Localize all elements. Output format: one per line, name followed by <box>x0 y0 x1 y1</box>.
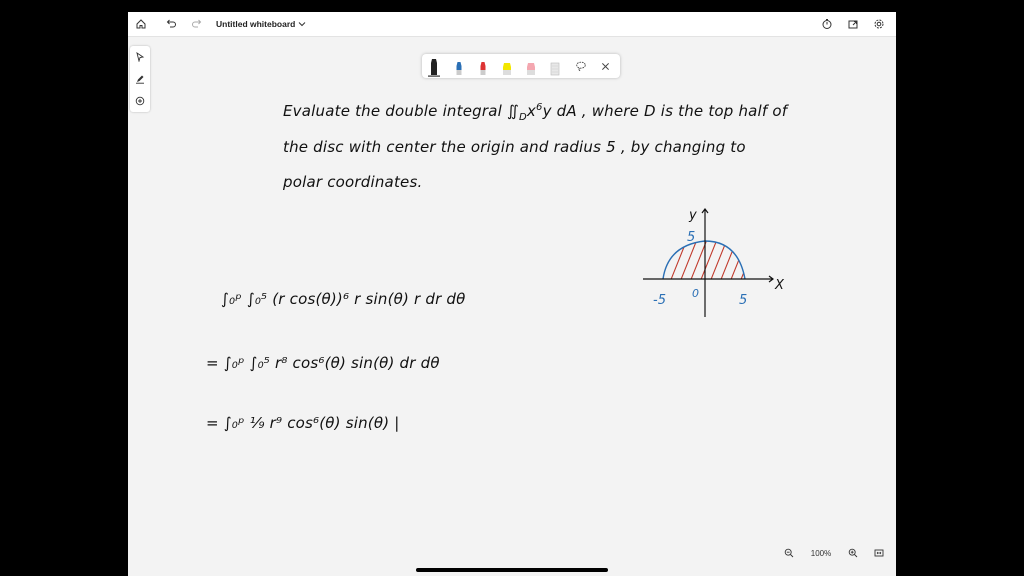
x-axis-label: X <box>774 278 785 293</box>
redo-icon <box>192 19 202 28</box>
home-indicator[interactable] <box>416 568 608 572</box>
top-right-actions <box>814 12 892 36</box>
problem-line-1-text: Evaluate the double integral ∬ <box>283 102 520 120</box>
work-step-1: ∫₀ᵖ ∫₀⁵ (r cos(θ))⁶ r sin(θ) r dr dθ <box>221 290 466 308</box>
select-tool-button[interactable] <box>133 50 147 64</box>
whiteboard-title-text: Untitled whiteboard <box>216 19 296 29</box>
fit-to-screen-button[interactable] <box>868 544 890 562</box>
half-disc-sketch: y X 5 -5 5 0 <box>643 208 785 317</box>
lasso-icon <box>576 61 586 72</box>
lasso-button[interactable] <box>574 59 588 73</box>
undo-button[interactable] <box>158 12 184 36</box>
timer-button[interactable] <box>814 12 840 36</box>
zoom-out-icon <box>784 548 794 558</box>
timer-icon <box>822 19 832 29</box>
share-button[interactable] <box>840 12 866 36</box>
problem-line-3: polar coordinates. <box>283 173 423 191</box>
home-button[interactable] <box>128 12 154 36</box>
inking-tool-button[interactable] <box>133 72 147 86</box>
zoom-in-button[interactable] <box>842 544 864 562</box>
origin-label: 0 <box>692 287 699 300</box>
y-tick-5: 5 <box>687 230 695 245</box>
x-tick-5: 5 <box>739 293 747 308</box>
pen-tray <box>422 54 620 78</box>
home-icon <box>136 19 146 29</box>
eraser-icon[interactable] <box>548 57 562 77</box>
work-step-3: = ∫₀ᵖ ¹⁄₉ r⁹ cos⁶(θ) sin(θ) | <box>206 414 400 432</box>
problem-line-1-mid: x <box>526 102 536 120</box>
problem-line-2: the disc with center the origin and radi… <box>283 138 746 156</box>
whiteboard-title[interactable]: Untitled whiteboard <box>216 19 306 29</box>
close-icon <box>601 62 609 70</box>
problem-line-1: Evaluate the double integral ∬Dx6y dA , … <box>283 102 787 123</box>
left-toolbar <box>130 46 150 112</box>
gear-icon <box>874 19 884 29</box>
undo-icon <box>166 19 176 28</box>
redo-button[interactable] <box>184 12 210 36</box>
share-icon <box>848 20 858 29</box>
zoom-controls: 100% <box>778 542 890 564</box>
problem-line-1-end: y dA , where D is the top half of <box>542 102 788 120</box>
zoom-out-button[interactable] <box>778 544 800 562</box>
add-button[interactable] <box>133 94 147 108</box>
chevron-down-icon <box>298 22 306 27</box>
highlighter-icon[interactable] <box>500 57 514 77</box>
x-tick-neg5: -5 <box>653 293 666 308</box>
pointer-icon <box>136 52 145 62</box>
black-pen-icon[interactable] <box>427 57 441 77</box>
zoom-in-icon <box>848 548 858 558</box>
blue-pen-icon[interactable] <box>452 57 466 77</box>
top-bar: Untitled whiteboard <box>128 12 896 37</box>
red-pen-icon[interactable] <box>476 57 490 77</box>
pink-pen-icon[interactable] <box>524 57 538 77</box>
close-tray-button[interactable] <box>598 59 612 73</box>
work-step-2: = ∫₀ᵖ ∫₀⁵ r⁸ cos⁶(θ) sin(θ) dr dθ <box>206 354 440 372</box>
fit-screen-icon <box>874 549 884 557</box>
plus-circle-icon <box>135 96 145 106</box>
y-axis-label: y <box>688 208 697 223</box>
problem-line-1-sub: D <box>519 112 527 123</box>
pen-icon <box>136 75 144 84</box>
zoom-level[interactable]: 100% <box>804 549 838 558</box>
settings-button[interactable] <box>866 12 892 36</box>
whiteboard-app: Untitled whiteboard Evaluate the double … <box>128 12 896 576</box>
